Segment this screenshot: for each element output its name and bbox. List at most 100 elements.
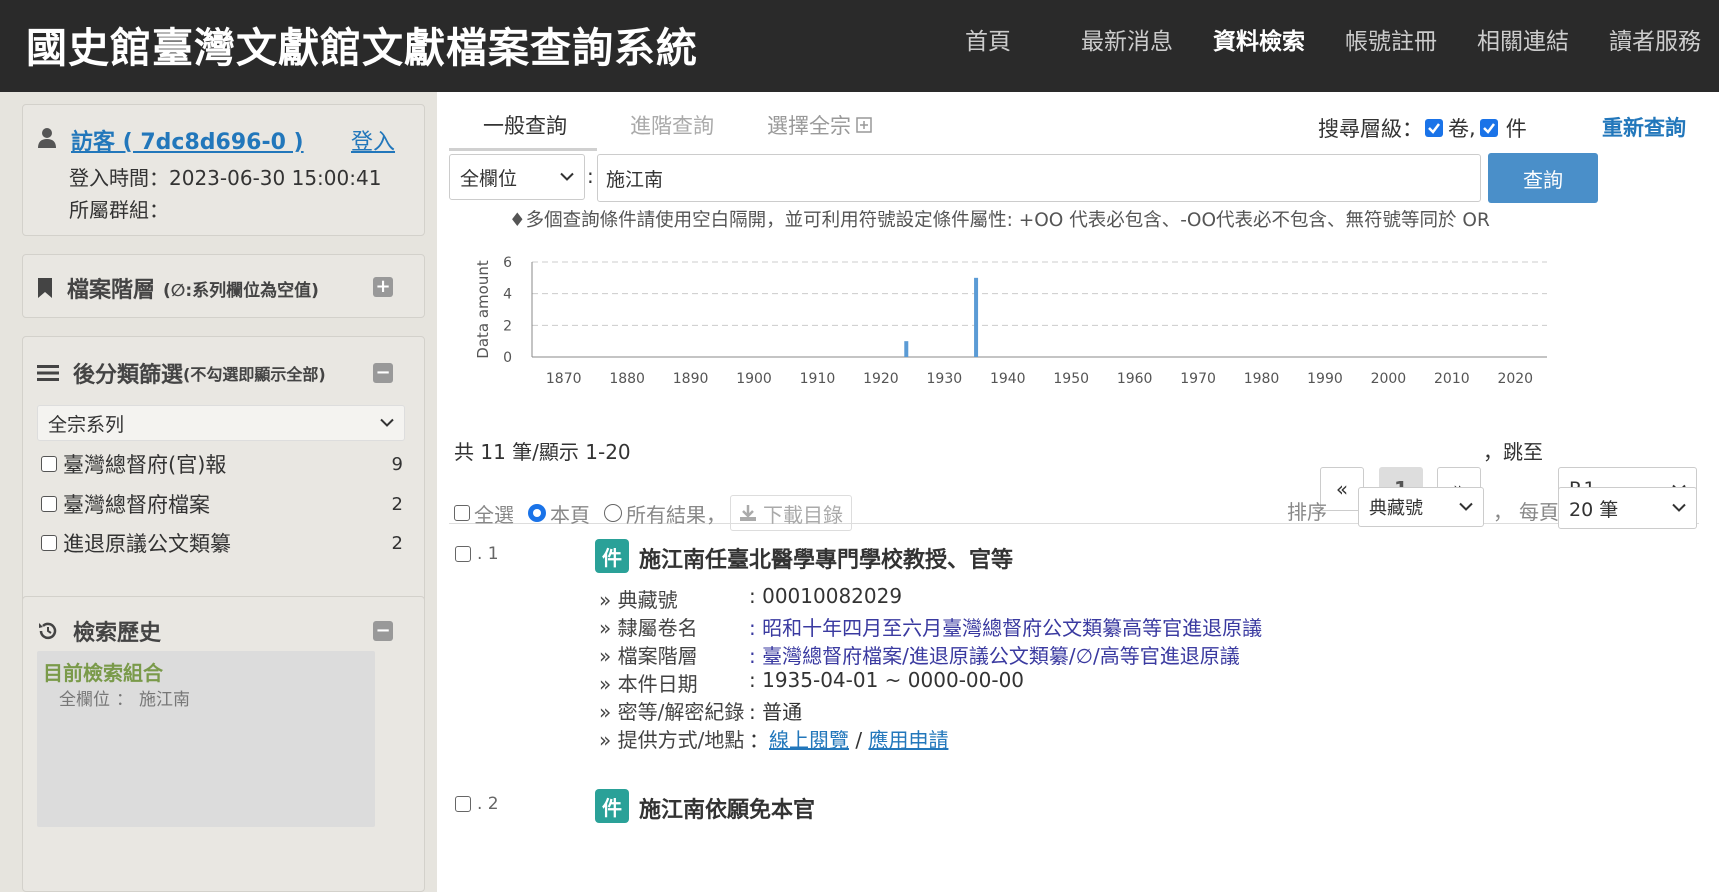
- filter-item[interactable]: 進退原議公文類纂 2: [41, 528, 403, 558]
- record-field: » 典藏號: 00010082029: [599, 584, 902, 612]
- apply-link[interactable]: 應用申請: [868, 728, 948, 752]
- history-panel: 檢索歷史 − 目前檢索組合 全欄位 ： 施江南: [22, 596, 425, 892]
- select-all-label: 全選: [474, 502, 514, 527]
- record-checkbox[interactable]: [455, 796, 471, 812]
- record-number: . 1: [455, 544, 499, 564]
- per-page-label: 每頁: [1519, 500, 1559, 524]
- field-value: : 00010082029: [749, 584, 903, 608]
- level-item-checkbox[interactable]: [1479, 119, 1498, 137]
- series-select[interactable]: 全宗系列: [37, 405, 405, 441]
- record-field: » 隸屬卷名 : 昭和十年四月至六月臺灣總督府公文類纂高等官進退原議: [599, 612, 1262, 640]
- filter-checkbox[interactable]: [41, 456, 57, 472]
- sort-label: 排序: [1287, 500, 1327, 524]
- record-number-label: . 1: [477, 544, 499, 564]
- sort-select[interactable]: 典藏號: [1358, 487, 1484, 527]
- collapse-minus-icon[interactable]: −: [373, 363, 393, 383]
- history-entry[interactable]: 全欄位 ： 施江南: [59, 685, 190, 710]
- chart-bar: [904, 341, 909, 357]
- search-button-label: 查詢: [1523, 167, 1563, 192]
- nav-search[interactable]: 資料檢索: [1193, 22, 1325, 56]
- chevron-down-icon: [380, 418, 394, 427]
- user-icon: [37, 127, 57, 153]
- sidebar: 訪客 ( 7dc8d696-0 ) 登入 登入時間：2023-06-30 15:…: [0, 92, 437, 892]
- field-label: » 隸屬卷名: [599, 616, 698, 640]
- record-title[interactable]: 施江南依願免本官: [639, 792, 815, 824]
- nav-news[interactable]: 最新消息: [1061, 22, 1193, 56]
- filter-checkbox[interactable]: [41, 496, 57, 512]
- online-view-link[interactable]: 線上閱覽: [769, 728, 849, 752]
- tab-general[interactable]: 一般查詢: [483, 110, 567, 140]
- search-hint: ♦多個查詢條件請使用空白隔開，並可利用符號設定條件屬性: +OO 代表必包含、-…: [509, 210, 1490, 231]
- field-select[interactable]: 全欄位: [449, 154, 585, 200]
- filter-checkbox[interactable]: [41, 535, 57, 551]
- user-name-link[interactable]: 訪客 ( 7dc8d696-0 ): [71, 124, 304, 156]
- filter-item-label: 臺灣總督府檔案: [63, 493, 210, 517]
- expand-plus-icon[interactable]: +: [373, 277, 393, 297]
- filter-item-count: 2: [391, 532, 403, 554]
- field-value-link[interactable]: : 昭和十年四月至六月臺灣總督府公文類纂高等官進退原議: [749, 612, 1262, 640]
- history-entry-sep: ：: [116, 690, 133, 710]
- history-header: 檢索歷史: [37, 615, 161, 647]
- chart-y-axis-label: Data amount: [474, 260, 492, 359]
- chart-x-tick-label: 2020: [1497, 371, 1533, 387]
- level-item-label: 件: [1505, 117, 1527, 141]
- field-label: » 本件日期: [599, 672, 698, 696]
- level-volume-checkbox[interactable]: [1425, 119, 1443, 137]
- login-time-label: 登入時間：: [69, 166, 169, 190]
- login-link[interactable]: 登入: [351, 124, 395, 156]
- record-field: » 提供方式/地點 ：線上閱覽 / 應用申請: [599, 724, 948, 752]
- chart-x-tick-label: 1910: [800, 371, 836, 387]
- chart-x-tick-label: 1880: [609, 371, 645, 387]
- record-title[interactable]: 施江南任臺北醫學專門學校教授、官等: [639, 542, 1013, 574]
- filter-header: 後分類篩選 (不勾選即顯示全部): [37, 357, 326, 389]
- this-page-label: 本頁: [550, 502, 590, 527]
- user-panel: 訪客 ( 7dc8d696-0 ) 登入 登入時間：2023-06-30 15:…: [22, 104, 425, 236]
- nav-links[interactable]: 相關連結: [1457, 22, 1589, 56]
- record-number-label: . 2: [477, 794, 499, 814]
- nav-services[interactable]: 讀者服務: [1589, 22, 1719, 56]
- record-field: » 密等/解密紀錄: 普通: [599, 696, 802, 724]
- tab-select-fonds[interactable]: 選擇全宗: [767, 110, 872, 140]
- history-entry-field: 全欄位: [59, 690, 110, 710]
- main-nav: 首頁 最新消息 資料檢索 帳號註冊 相關連結 讀者服務: [945, 0, 1719, 78]
- this-page-radio[interactable]: [528, 504, 546, 522]
- all-results-radio[interactable]: [604, 504, 622, 522]
- chart-x-tick-label: 1930: [927, 371, 963, 387]
- filter-title: 後分類篩選: [73, 363, 184, 388]
- tab-advanced[interactable]: 進階查詢: [630, 110, 714, 140]
- history-icon: [39, 622, 57, 640]
- download-button[interactable]: 下載目錄: [730, 495, 852, 531]
- record-checkbox[interactable]: [455, 546, 471, 562]
- search-button[interactable]: 查詢: [1488, 153, 1598, 203]
- level-separator: ,: [1469, 116, 1476, 140]
- tab-select-fonds-label: 選擇全宗: [767, 114, 851, 138]
- chart-x-tick-label: 1900: [736, 371, 772, 387]
- chart-y-tick-label: 4: [503, 287, 512, 303]
- filter-note: (不勾選即顯示全部): [183, 365, 326, 384]
- record-number: . 2: [455, 794, 499, 814]
- chart-x-tick-label: 1980: [1244, 371, 1280, 387]
- search-input[interactable]: [597, 154, 1481, 202]
- reset-search-link[interactable]: 重新查詢: [1602, 112, 1686, 142]
- result-record: . 1 件 施江南任臺北醫學專門學校教授、官等 » 典藏號: 000100820…: [437, 532, 1719, 772]
- jump-label: ，跳至: [1483, 440, 1543, 464]
- filter-item[interactable]: 臺灣總督府檔案 2: [41, 489, 403, 519]
- per-page-select[interactable]: 20 筆: [1558, 487, 1697, 529]
- filter-item[interactable]: 臺灣總督府(官)報 9: [41, 449, 403, 479]
- collapse-minus-icon[interactable]: −: [373, 621, 393, 641]
- chart-y-tick-label: 2: [503, 318, 512, 334]
- hierarchy-header[interactable]: 檔案階層 (∅:系列欄位為空值): [37, 272, 319, 304]
- select-all-checkbox[interactable]: [454, 505, 470, 521]
- chart-x-tick-label: 1920: [863, 371, 899, 387]
- hierarchy-title: 檔案階層: [67, 278, 156, 303]
- field-value-link[interactable]: : 臺灣總督府檔案/進退原議公文類纂/∅/高等官進退原議: [749, 640, 1240, 668]
- chart-x-tick-label: 1870: [546, 371, 582, 387]
- filter-panel: 後分類篩選 (不勾選即顯示全部) − 全宗系列 臺灣總督府(官)報 9 臺灣總督…: [22, 336, 425, 622]
- field-label: » 檔案階層: [599, 644, 698, 668]
- chart-x-tick-label: 1960: [1117, 371, 1153, 387]
- nav-home[interactable]: 首頁: [945, 22, 1061, 56]
- per-page-sep: ，: [1493, 500, 1513, 524]
- chevron-down-icon: [1672, 503, 1686, 512]
- nav-register[interactable]: 帳號註冊: [1325, 22, 1457, 56]
- history-current-label: 目前檢索組合: [43, 661, 163, 685]
